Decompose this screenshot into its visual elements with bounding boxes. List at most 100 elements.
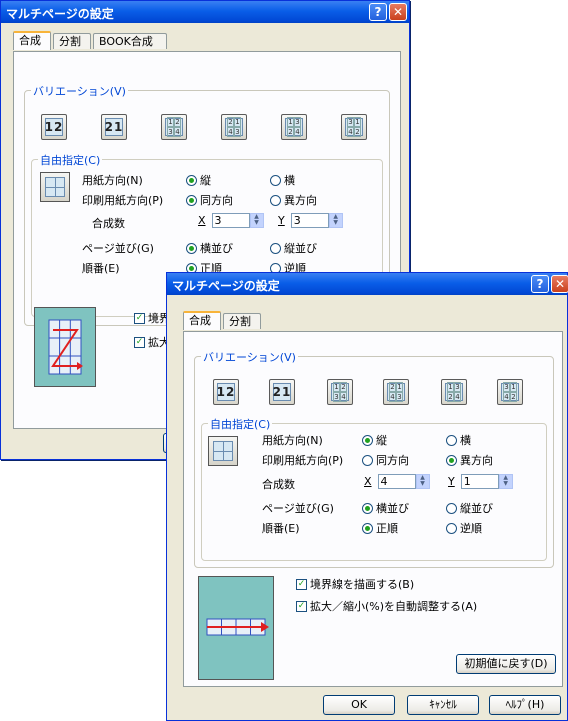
radio-label: 横 (460, 434, 471, 447)
reset-defaults-button[interactable]: 初期値に戻す(D) (456, 654, 556, 674)
auto-scale-checkbox[interactable]: ✓ 拡大／縮小(%)を自動調整する(A) (296, 598, 477, 614)
cell: 3 (454, 382, 461, 392)
tab-combine[interactable]: 合成 (13, 31, 51, 50)
radio-label: 横並び (200, 242, 233, 255)
tab-combine[interactable]: 合成 (183, 311, 221, 330)
cell: 1 (287, 117, 294, 127)
page-order-label: ページ並び(G) (262, 502, 334, 515)
draw-border-checkbox[interactable]: ✓ 境界線を描画する(B) (296, 576, 414, 592)
variation-1324-button[interactable]: 1324 (281, 114, 307, 140)
variation-1234-button[interactable]: 1234 (161, 114, 187, 140)
free-group: 自由指定(C) 用紙方向(N) 縦 横 印刷用紙方向(P) 同方向 異方向 合成… (201, 416, 547, 561)
free-layout-icon[interactable] (40, 172, 70, 202)
cancel-button[interactable]: ｷｬﾝｾﾙ (407, 695, 479, 715)
checkbox-label: 境界線を描画する(B) (310, 578, 415, 591)
cell: 4 (454, 392, 461, 402)
sequence-reverse-radio[interactable]: 逆順 (446, 520, 482, 536)
tab-split[interactable]: 分割 (223, 313, 261, 329)
help-icon[interactable]: ? (531, 275, 549, 293)
variation-text: 12 (44, 120, 64, 134)
x-input[interactable]: 4 (377, 474, 416, 489)
radio-label: 縦 (200, 174, 211, 187)
free-label: 自由指定(C) (208, 416, 273, 432)
radio-label: 正順 (376, 522, 398, 535)
y-input[interactable]: 1 (460, 474, 499, 489)
border-checkbox[interactable]: ✓ 境界 (134, 310, 170, 326)
print-orient-same-radio[interactable]: 同方向 (186, 192, 233, 208)
cell: 3 (396, 392, 403, 402)
free-layout-icon[interactable] (208, 436, 238, 466)
dialog-front: マルチページの設定 ? ✕ 合成 分割 バリエーション(V) 12 21 123… (166, 272, 568, 721)
variation-3142-button[interactable]: 3142 (341, 114, 367, 140)
radio-label: 縦並び (460, 502, 493, 515)
page-order-vertical-radio[interactable]: 縦並び (446, 500, 493, 516)
title-bar[interactable]: マルチページの設定 ? ✕ (1, 1, 409, 23)
cell: 1 (167, 117, 174, 127)
cell: 1 (354, 117, 361, 127)
page-order-label: ページ並び(G) (82, 242, 154, 255)
variation-12-button[interactable]: 12 (41, 114, 67, 140)
page-order-horizontal-radio[interactable]: 横並び (186, 240, 233, 256)
spin-arrows-icon[interactable]: ▲ ▼ (249, 213, 264, 228)
cell: 3 (503, 382, 510, 392)
title-bar[interactable]: マルチページの設定 ? ✕ (167, 273, 568, 295)
print-orient-same-radio[interactable]: 同方向 (362, 452, 409, 468)
variation-1234-button[interactable]: 1234 (327, 379, 353, 405)
paper-orient-landscape-radio[interactable]: 横 (270, 172, 295, 188)
sequence-label: 順番(E) (262, 522, 300, 535)
combine-count-label: 合成数 (92, 217, 125, 230)
radio-label: 異方向 (460, 454, 493, 467)
y-input[interactable]: 3 (290, 213, 329, 228)
help-button[interactable]: ﾍﾙﾌﾟ(H) (489, 695, 561, 715)
preview-image (34, 307, 96, 387)
ok-button[interactable]: OK (323, 695, 395, 715)
paper-orient-portrait-radio[interactable]: 縦 (362, 432, 387, 448)
checkbox-label: 拡大／縮小(%)を自動調整する(A) (310, 600, 478, 613)
variation-label: バリエーション(V) (201, 349, 298, 365)
x-input[interactable]: 3 (211, 213, 250, 228)
cell: 3 (167, 127, 174, 137)
variation-3142-button[interactable]: 3142 (497, 379, 523, 405)
scale-checkbox[interactable]: ✓ 拡大 (134, 334, 170, 350)
variation-12-button[interactable]: 12 (213, 379, 239, 405)
y-spinner[interactable]: Y 3 ▲ ▼ (278, 212, 343, 229)
variation-21-button[interactable]: 21 (101, 114, 127, 140)
close-icon[interactable]: ✕ (389, 3, 407, 21)
paper-orient-portrait-radio[interactable]: 縦 (186, 172, 211, 188)
radio-label: 縦 (376, 434, 387, 447)
sequence-normal-radio[interactable]: 正順 (362, 520, 398, 536)
x-spinner[interactable]: X 3 ▲ ▼ (198, 212, 264, 229)
print-orient-diff-radio[interactable]: 異方向 (270, 192, 317, 208)
page-order-vertical-radio[interactable]: 縦並び (270, 240, 317, 256)
radio-label: 同方向 (376, 454, 409, 467)
help-icon[interactable]: ? (369, 3, 387, 21)
x-spinner[interactable]: X 4 ▲ ▼ (364, 473, 430, 490)
cell: 4 (174, 127, 181, 137)
spin-arrows-icon[interactable]: ▲ ▼ (415, 474, 430, 489)
cell: 2 (287, 127, 294, 137)
cell: 1 (396, 382, 403, 392)
cell: 4 (347, 127, 354, 137)
print-orient-diff-radio[interactable]: 異方向 (446, 452, 493, 468)
cell: 1 (234, 117, 241, 127)
spin-arrows-icon[interactable]: ▲ ▼ (498, 474, 513, 489)
variation-1324-button[interactable]: 1324 (441, 379, 467, 405)
cell: 4 (503, 392, 510, 402)
variation-21-button[interactable]: 21 (269, 379, 295, 405)
cell: 3 (347, 117, 354, 127)
page-order-horizontal-radio[interactable]: 横並び (362, 500, 409, 516)
y-spinner[interactable]: Y 1 ▲ ▼ (448, 473, 513, 490)
variation-2143-button[interactable]: 2143 (383, 379, 409, 405)
close-icon[interactable]: ✕ (551, 275, 568, 293)
variation-2143-button[interactable]: 2143 (221, 114, 247, 140)
y-label: Y (278, 214, 285, 227)
tab-split[interactable]: 分割 (53, 33, 91, 49)
radio-label: 横 (284, 174, 295, 187)
cell: 2 (354, 127, 361, 137)
paper-orient-label: 用紙方向(N) (82, 174, 143, 187)
spin-arrows-icon[interactable]: ▲ ▼ (328, 213, 343, 228)
tab-book-combine[interactable]: BOOK合成 (93, 33, 167, 49)
variation-text: 12 (216, 385, 236, 399)
paper-orient-landscape-radio[interactable]: 横 (446, 432, 471, 448)
radio-label: 異方向 (284, 194, 317, 207)
